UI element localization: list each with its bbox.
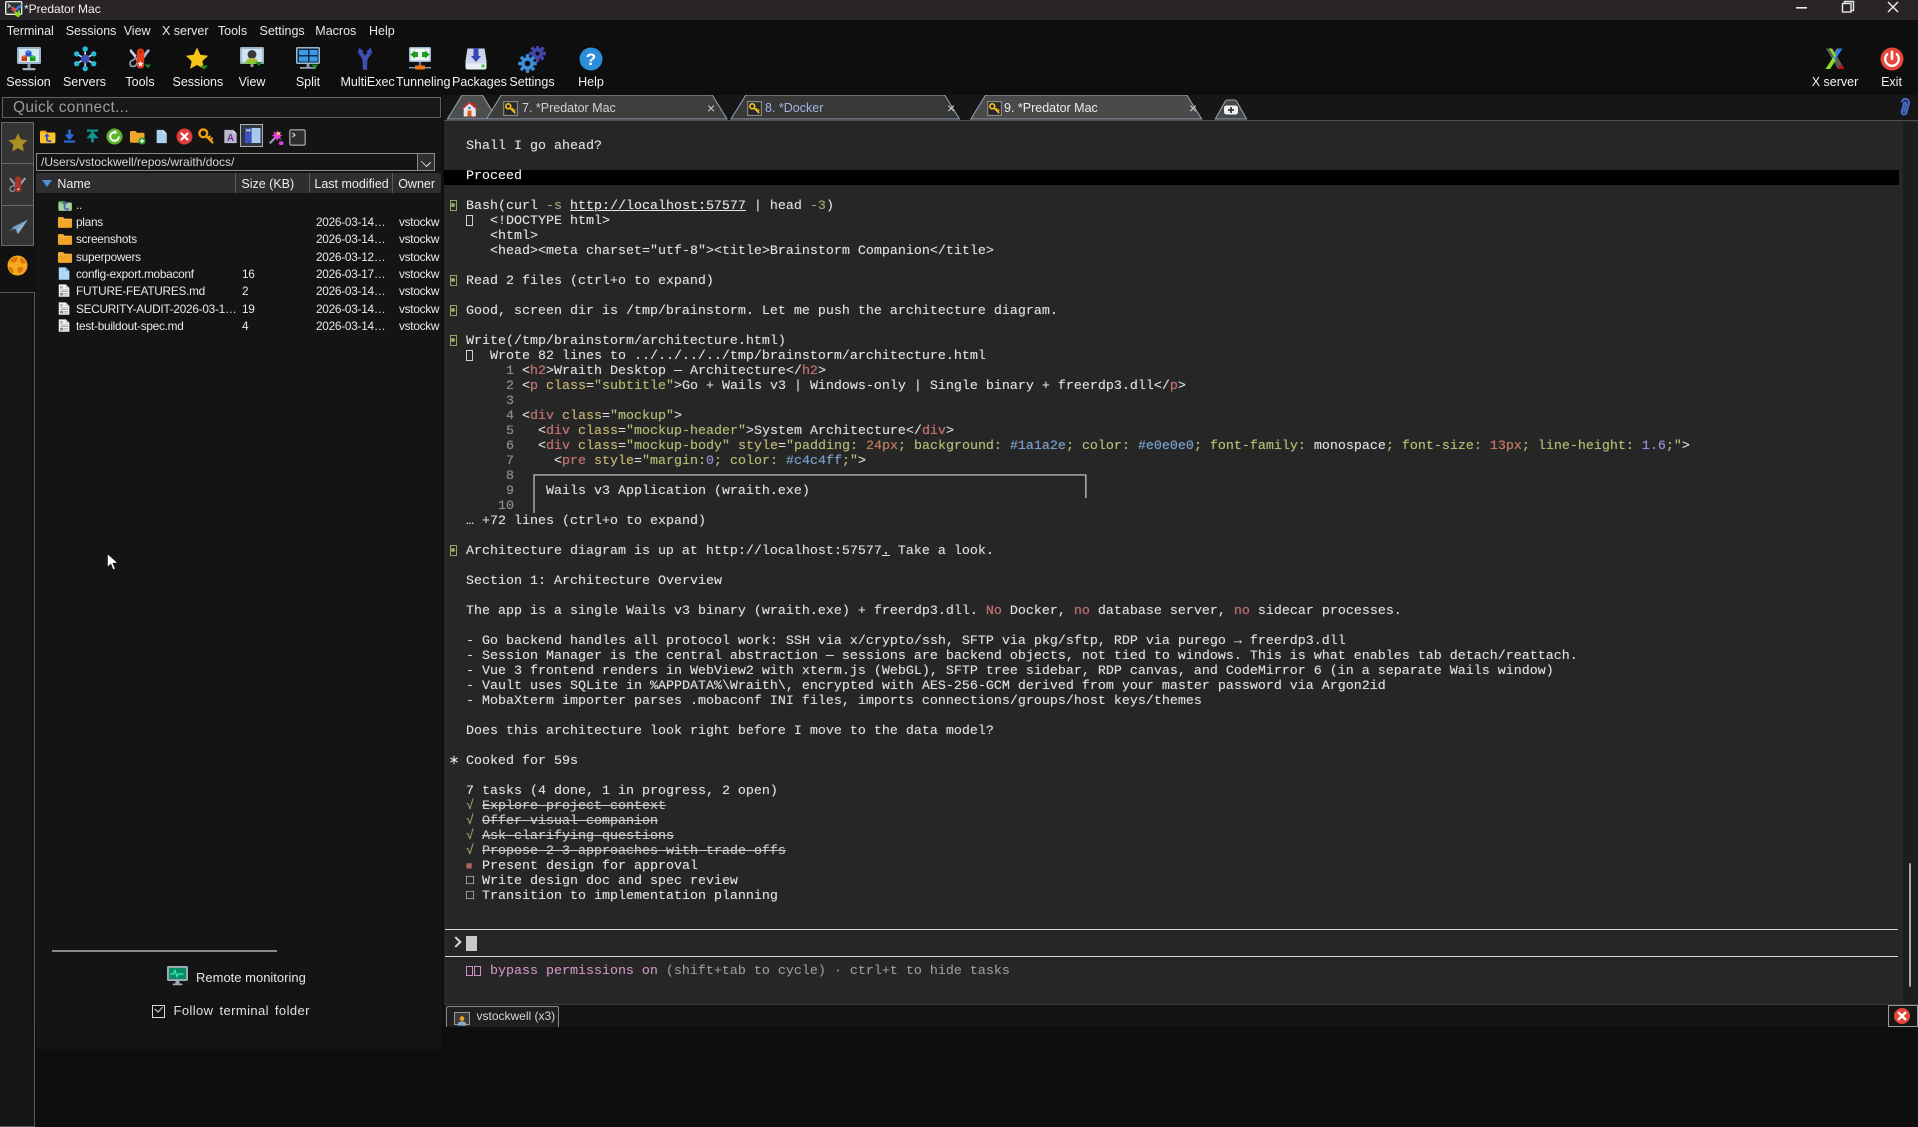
- svg-text:?: ?: [586, 50, 596, 69]
- svg-text:A: A: [227, 133, 234, 144]
